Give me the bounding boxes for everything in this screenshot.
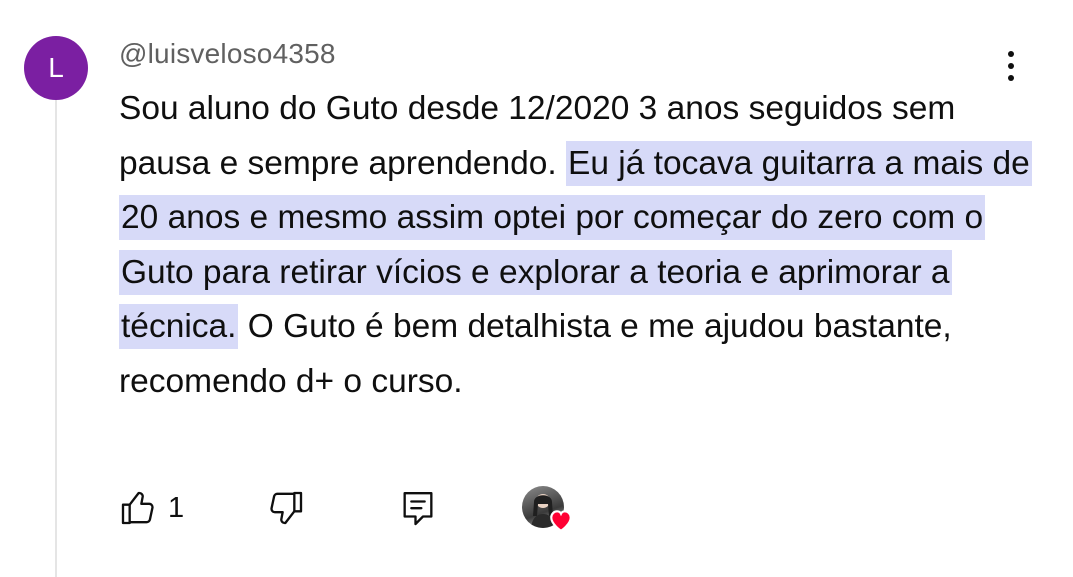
more-vertical-icon-dot bbox=[1008, 63, 1014, 69]
avatar[interactable]: L bbox=[24, 36, 88, 100]
comment-text-end: O Guto é bem detalhista e me ajudou bast… bbox=[119, 308, 952, 400]
like-count: 1 bbox=[168, 491, 185, 524]
avatar-letter: L bbox=[48, 52, 64, 83]
thumbs-up-icon bbox=[121, 491, 154, 525]
more-actions-button[interactable] bbox=[996, 46, 1026, 86]
dislike-button[interactable] bbox=[266, 488, 306, 528]
username[interactable]: @luisveloso4358 bbox=[119, 38, 336, 70]
thumbs-down-icon bbox=[270, 491, 303, 525]
like-button[interactable]: 1 bbox=[118, 488, 184, 528]
reply-button[interactable] bbox=[398, 488, 438, 530]
comment-actions: 1 bbox=[0, 484, 700, 534]
creator-heart-badge bbox=[522, 486, 578, 536]
more-vertical-icon-dot bbox=[1008, 75, 1014, 81]
reply-icon bbox=[403, 492, 433, 526]
comment-text: Sou aluno do Guto desde 12/2020 3 anos s… bbox=[119, 82, 1039, 409]
more-vertical-icon bbox=[1008, 51, 1014, 57]
heart-icon bbox=[550, 510, 572, 532]
